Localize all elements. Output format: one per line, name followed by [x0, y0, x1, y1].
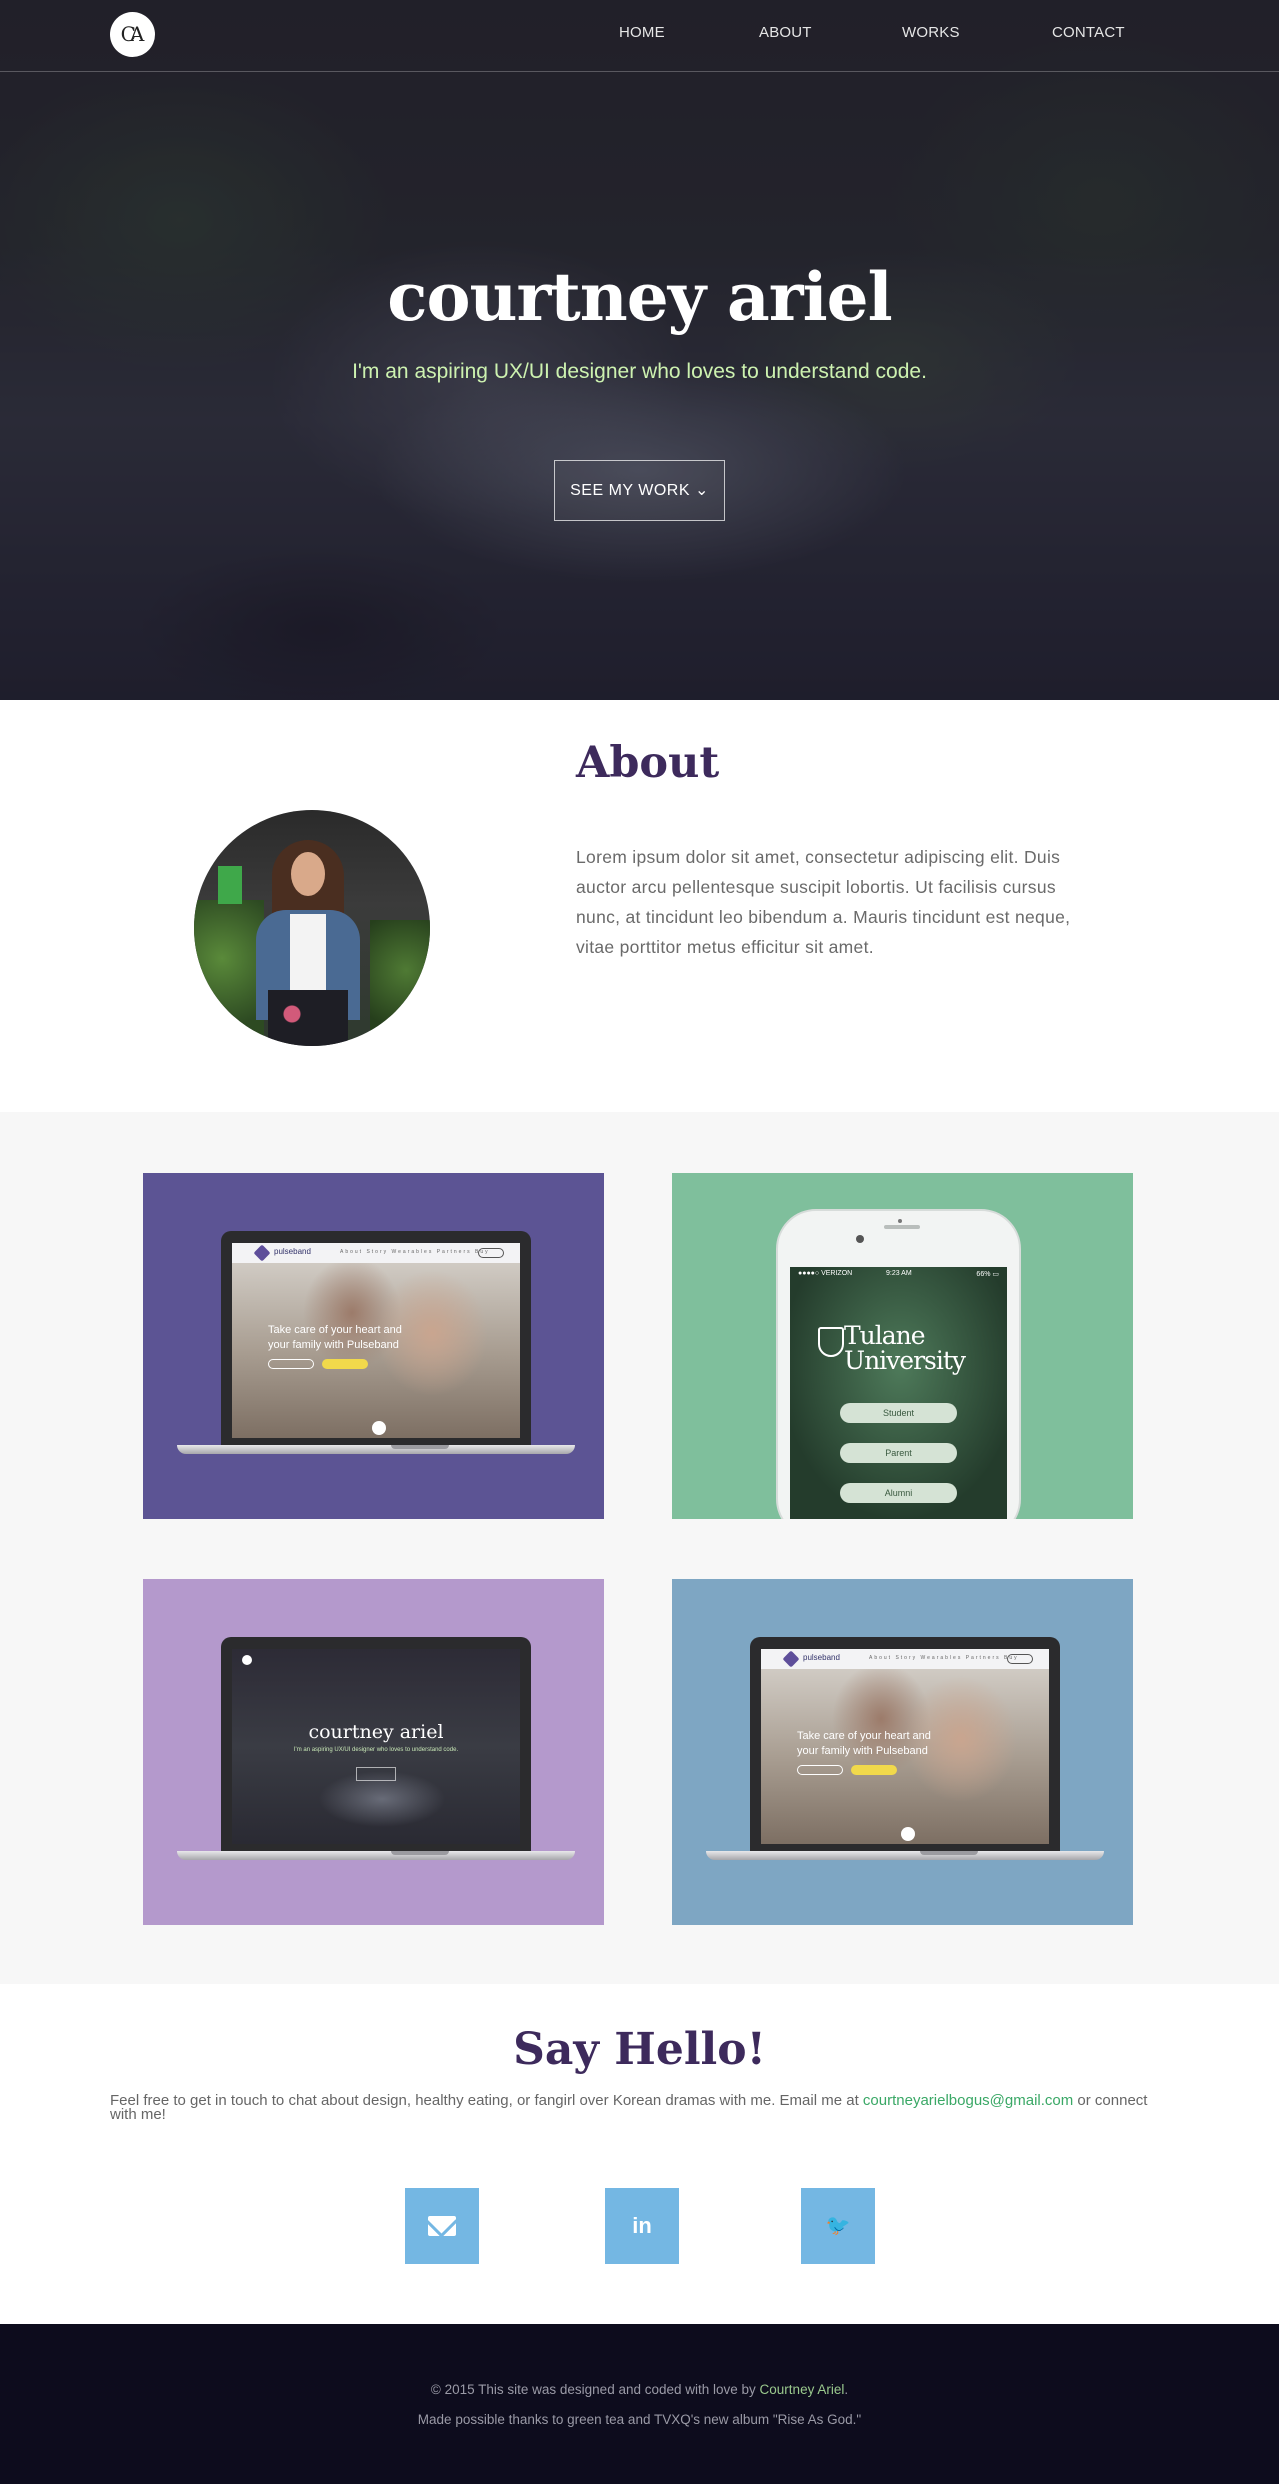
pulseband-cta-buy	[851, 1765, 897, 1775]
tulane-brand: Tulane University	[844, 1321, 966, 1375]
nav-link-home[interactable]: HOME	[619, 24, 665, 41]
linkedin-icon: in	[632, 2213, 652, 2238]
twitter-icon: 🐦	[825, 2215, 851, 2237]
tulane-shield-icon	[818, 1327, 844, 1357]
footer-credit-text: © 2015 This site was designed and coded …	[430, 2382, 760, 2397]
pulseband-brand: pulseband	[274, 1247, 311, 1256]
footer-credit: © 2015 This site was designed and coded …	[0, 2382, 1279, 2397]
status-carrier: ●●●●○ VERIZON	[798, 1270, 853, 1277]
hero-overlay	[0, 0, 1279, 700]
status-battery: 66% ▭	[976, 1271, 999, 1278]
pulseband-cta-outline	[268, 1359, 314, 1369]
footer: © 2015 This site was designed and coded …	[0, 2324, 1279, 2484]
work-tile-pulseband[interactable]: pulseband About Story Wearables Partners…	[143, 1173, 604, 1519]
status-time: 9:23 AM	[886, 1270, 912, 1277]
nav-link-contact[interactable]: CONTACT	[1052, 24, 1125, 41]
pulseband-nav-button	[478, 1248, 504, 1258]
avatar-plants-right	[370, 920, 430, 1046]
avatar-face	[291, 852, 325, 896]
contact-text-before: Feel free to get in touch to chat about …	[110, 2092, 863, 2109]
pulseband-menu: About Story Wearables Partners Buy	[869, 1655, 1019, 1661]
contact-text: Feel free to get in touch to chat about …	[110, 2092, 1170, 2122]
laptop-screen: courtney ariel I'm an aspiring UX/UI des…	[232, 1649, 520, 1844]
nav-link-about[interactable]: ABOUT	[759, 24, 812, 41]
contact-title: Say Hello!	[513, 2024, 766, 2075]
top-nav: CA HOME ABOUT WORKS CONTACT	[0, 0, 1279, 72]
portfolio-logo-icon	[242, 1655, 252, 1665]
parent-button: Parent	[840, 1443, 957, 1463]
laptop-screen: pulseband About Story Wearables Partners…	[232, 1243, 520, 1438]
email-link[interactable]: courtneyarielbogus@gmail.com	[863, 2092, 1073, 2109]
twitter-social-button[interactable]: 🐦	[801, 2188, 875, 2264]
footer-thanks: Made possible thanks to green tea and TV…	[417, 2412, 862, 2427]
portfolio-title: courtney ariel	[308, 1721, 444, 1743]
avatar-skirt	[268, 990, 348, 1046]
student-button: Student	[840, 1403, 957, 1423]
footer-author-link[interactable]: Courtney Ariel	[760, 2382, 845, 2397]
hero-section: CA HOME ABOUT WORKS CONTACT courtney ari…	[0, 0, 1279, 700]
laptop-base	[177, 1445, 575, 1454]
laptop-notch	[391, 1851, 449, 1855]
chevron-down-icon	[372, 1421, 386, 1435]
footer-credit-period: .	[844, 2382, 849, 2397]
portfolio-subtitle: I'm an aspiring UX/UI designer who loves…	[293, 1747, 459, 1753]
pulseband-brand: pulseband	[803, 1653, 840, 1662]
about-text: Lorem ipsum dolor sit amet, consectetur …	[576, 847, 1071, 957]
laptop-notch	[391, 1445, 449, 1449]
laptop-base	[177, 1851, 575, 1860]
avatar-plants-left	[194, 900, 264, 1046]
pulseband-nav-button	[1007, 1654, 1033, 1664]
pulseband-menu: About Story Wearables Partners Buy	[340, 1249, 490, 1255]
avatar	[194, 810, 430, 1046]
portfolio-cta	[356, 1767, 396, 1781]
laptop-base	[706, 1851, 1104, 1860]
laptop-screen: pulseband About Story Wearables Partners…	[761, 1649, 1049, 1844]
see-my-work-button[interactable]: SEE MY WORK ⌄	[554, 460, 725, 521]
pulseband-cta-outline	[797, 1765, 843, 1775]
about-title: About	[576, 738, 720, 788]
email-social-button[interactable]	[405, 2188, 479, 2264]
work-tile-pulseband-2[interactable]: pulseband About Story Wearables Partners…	[672, 1579, 1133, 1925]
alumni-button: Alumni	[840, 1483, 957, 1503]
phone-speaker	[884, 1225, 920, 1229]
linkedin-social-button[interactable]: in	[605, 2188, 679, 2264]
envelope-icon	[428, 2216, 456, 2236]
phone-mockup: ●●●●○ VERIZON 9:23 AM 66% ▭ Tulane Unive…	[776, 1209, 1021, 1519]
pulseband-headline: Take care of your heart and your family …	[797, 1730, 931, 1757]
phone-screen: ●●●●○ VERIZON 9:23 AM 66% ▭ Tulane Unive…	[790, 1267, 1007, 1519]
nav-link-works[interactable]: WORKS	[902, 24, 960, 41]
laptop-notch	[920, 1851, 978, 1855]
pulseband-headline: Take care of your heart and your family …	[268, 1324, 402, 1351]
chevron-down-icon	[901, 1827, 915, 1841]
work-tile-tulane[interactable]: ●●●●○ VERIZON 9:23 AM 66% ▭ Tulane Unive…	[672, 1173, 1133, 1519]
works-section: pulseband About Story Wearables Partners…	[0, 1112, 1279, 1984]
hero-title: courtney ariel	[387, 258, 892, 336]
phone-status-bar: ●●●●○ VERIZON 9:23 AM 66% ▭	[790, 1267, 1007, 1281]
work-tile-portfolio[interactable]: courtney ariel I'm an aspiring UX/UI des…	[143, 1579, 604, 1925]
pulseband-cta-buy	[322, 1359, 368, 1369]
phone-camera	[898, 1219, 902, 1223]
hero-subtitle: I'm an aspiring UX/UI designer who loves…	[352, 360, 927, 383]
avatar-green-sign	[218, 866, 242, 904]
site-logo[interactable]: CA	[110, 12, 155, 57]
avatar-shirt	[290, 914, 326, 994]
phone-sensor	[856, 1235, 864, 1243]
